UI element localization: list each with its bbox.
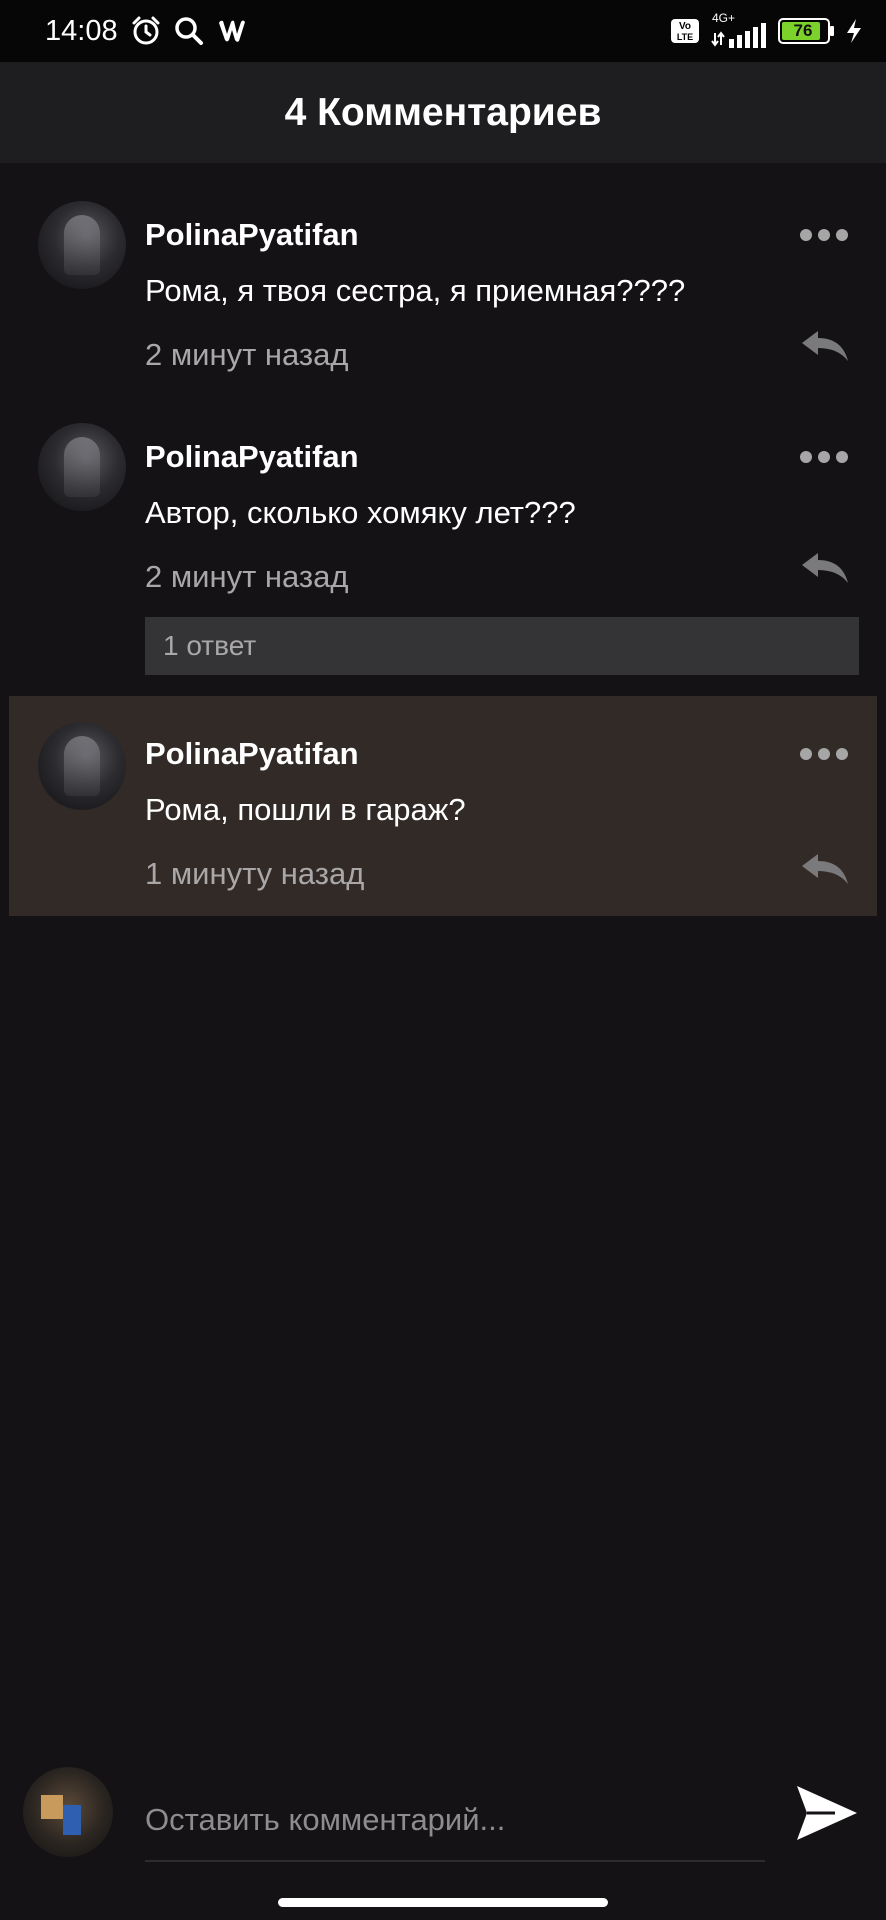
status-time: 14:08	[45, 14, 118, 47]
reply-icon[interactable]	[800, 329, 850, 363]
more-options-button[interactable]	[800, 225, 848, 245]
comment-item-highlighted: PolinaPyatifan Рома, пошли в гараж? 1 ми…	[9, 696, 877, 916]
comment-input[interactable]	[145, 1780, 765, 1862]
replies-count: 1 ответ	[163, 630, 257, 661]
signal-icon: 4G+	[710, 11, 768, 51]
volte-icon: Vo LTE	[671, 19, 699, 43]
more-icon	[800, 229, 812, 241]
comments-header: 4 Комментариев	[0, 62, 886, 163]
page-title: 4 Комментариев	[284, 90, 602, 134]
avatar[interactable]	[38, 423, 126, 511]
charging-icon	[847, 19, 861, 43]
svg-text:Vo: Vo	[679, 21, 691, 32]
view-replies-button[interactable]: 1 ответ	[145, 617, 859, 675]
comment-time: 2 минут назад	[145, 559, 349, 594]
comment-text: Рома, пошли в гараж?	[145, 792, 466, 827]
battery-level: 76	[793, 21, 813, 40]
alarm-icon	[132, 16, 160, 45]
send-icon[interactable]	[795, 1782, 859, 1844]
comment-text: Автор, сколько хомяку лет???	[145, 495, 576, 530]
avatar[interactable]	[38, 201, 126, 289]
more-icon	[800, 451, 812, 463]
comment-time: 2 минут назад	[145, 337, 349, 372]
current-user-avatar	[23, 1767, 113, 1857]
home-indicator[interactable]	[278, 1898, 608, 1907]
comment-text: Рома, я твоя сестра, я приемная????	[145, 273, 686, 308]
reply-icon[interactable]	[800, 551, 850, 585]
more-options-button[interactable]	[800, 744, 848, 764]
comment-username[interactable]: PolinaPyatifan	[145, 439, 359, 475]
battery-icon: 76	[778, 18, 834, 44]
reply-icon[interactable]	[800, 852, 850, 886]
wattpad-icon	[218, 20, 245, 42]
comment-time: 1 минуту назад	[145, 856, 365, 891]
comment-username[interactable]: PolinaPyatifan	[145, 217, 359, 253]
more-icon	[800, 748, 812, 760]
comment-username[interactable]: PolinaPyatifan	[145, 736, 359, 772]
svg-text:LTE: LTE	[677, 32, 693, 42]
more-options-button[interactable]	[800, 447, 848, 467]
avatar[interactable]	[38, 722, 126, 810]
status-bar: 14:08 Vo LTE 4G+ 76	[0, 0, 886, 62]
search-icon	[174, 17, 203, 45]
comment-item: PolinaPyatifan Рома, я твоя сестра, я пр…	[0, 163, 886, 385]
